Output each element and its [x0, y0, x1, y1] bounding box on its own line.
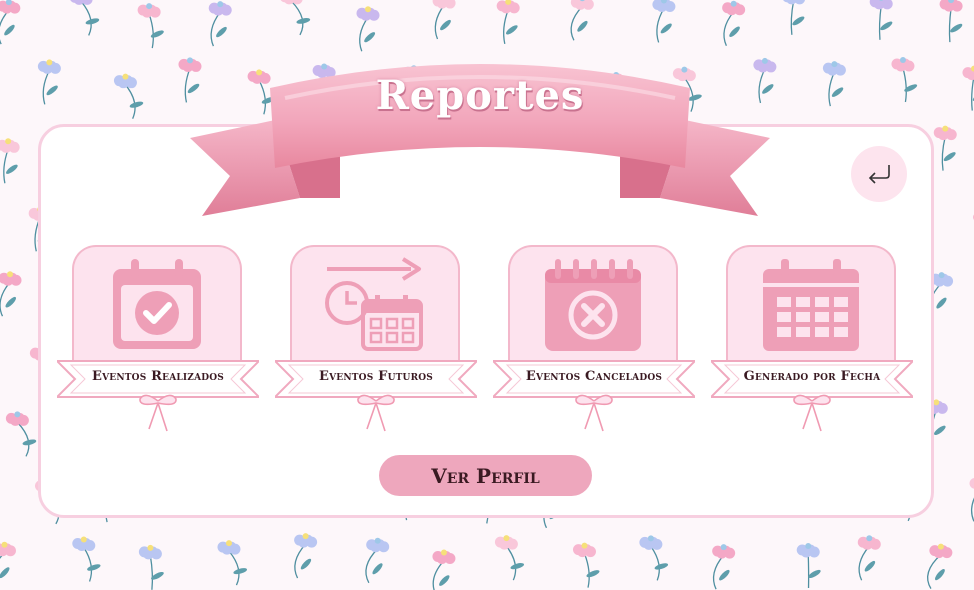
calendar-grid-icon — [763, 259, 859, 351]
bow-icon — [575, 394, 613, 432]
card-frame — [290, 245, 460, 363]
flower-decoration — [113, 73, 144, 119]
card-label: Eventos Cancelados — [525, 369, 663, 384]
card-eventos-cancelados[interactable]: Eventos Cancelados — [493, 245, 695, 435]
flower-decoration — [70, 0, 100, 36]
flower-decoration — [0, 271, 22, 317]
page-title: Reportes — [375, 72, 585, 119]
calendar-clock-arrow-icon — [325, 257, 423, 351]
flower-decoration — [933, 125, 957, 171]
bow-icon — [793, 394, 831, 432]
flower-decoration — [796, 542, 821, 588]
flower-decoration — [365, 537, 390, 584]
flower-decoration — [572, 542, 600, 588]
flower-decoration — [356, 6, 380, 52]
flower-decoration — [712, 544, 736, 590]
calendar-check-icon — [113, 259, 201, 349]
flower-decoration — [280, 0, 311, 36]
flower-decoration — [294, 533, 318, 579]
return-arrow-icon — [868, 165, 890, 184]
flower-decoration — [72, 536, 101, 582]
flower-decoration — [891, 57, 918, 103]
flower-decoration — [722, 0, 746, 47]
flower-decoration — [783, 0, 806, 35]
ver-perfil-button[interactable]: Ver Perfil — [379, 455, 592, 496]
calendar-cancel-icon — [545, 259, 641, 351]
flower-decoration — [496, 0, 520, 44]
flower-decoration — [652, 0, 676, 43]
card-frame — [726, 245, 896, 363]
flower-decoration — [138, 544, 164, 590]
card-eventos-futuros[interactable]: Eventos Futuros — [275, 245, 477, 435]
back-button[interactable] — [851, 146, 907, 202]
flower-decoration — [969, 477, 974, 522]
flower-decoration — [37, 59, 61, 105]
card-label: Eventos Futuros — [319, 369, 433, 384]
flower-decoration — [432, 0, 456, 40]
card-generado-por-fecha[interactable]: Generado por Fecha — [711, 245, 913, 435]
card-label: Eventos Realizados — [91, 369, 225, 384]
card-label: Generado por Fecha — [743, 369, 881, 384]
card-eventos-realizados[interactable]: Eventos Realizados — [57, 245, 259, 435]
card-frame — [72, 245, 242, 363]
flower-decoration — [869, 0, 893, 40]
bow-icon — [357, 394, 395, 432]
flower-decoration — [0, 541, 16, 579]
flower-decoration — [5, 411, 37, 457]
flower-decoration — [217, 540, 248, 586]
flower-decoration — [494, 535, 525, 581]
flower-decoration — [432, 549, 456, 590]
flower-decoration — [208, 1, 232, 47]
flower-decoration — [939, 0, 963, 43]
flower-decoration — [570, 0, 594, 41]
flower-decoration — [822, 61, 846, 107]
flower-decoration — [927, 543, 953, 589]
flower-decoration — [0, 0, 21, 45]
flower-decoration — [639, 535, 669, 581]
flower-decoration — [137, 3, 164, 49]
flower-decoration — [0, 138, 20, 184]
flower-decoration — [962, 65, 974, 111]
bow-icon — [139, 394, 177, 432]
flower-decoration — [857, 535, 881, 581]
card-frame — [508, 245, 678, 363]
